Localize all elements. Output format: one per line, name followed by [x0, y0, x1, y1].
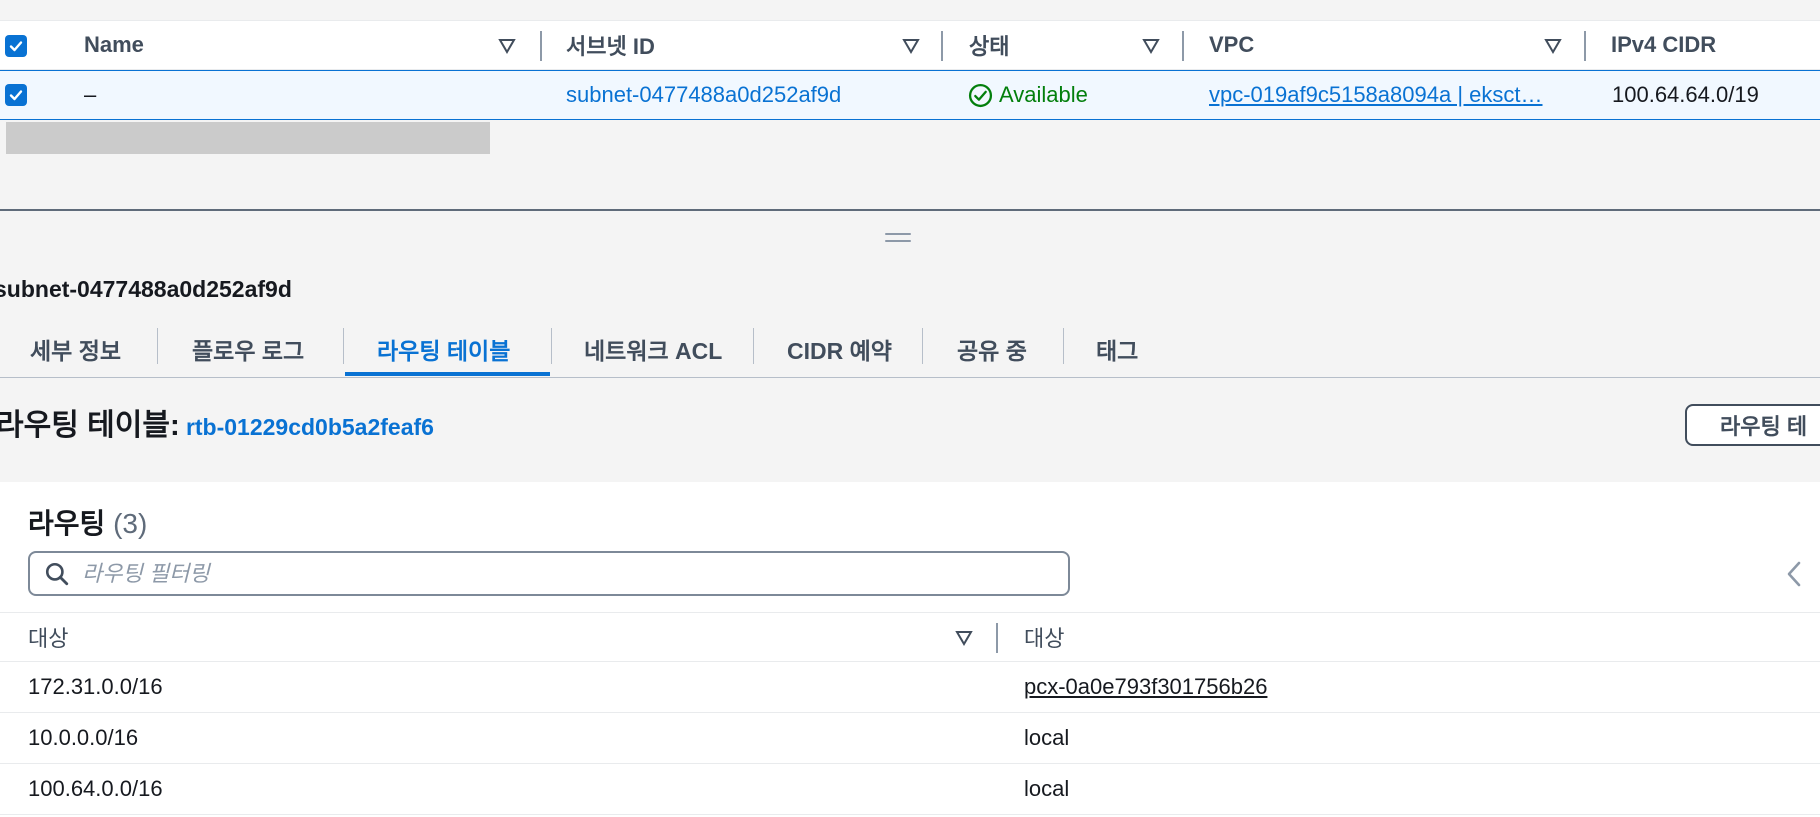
table-row: 100.64.0.0/16 local	[0, 764, 1820, 815]
column-resizer[interactable]	[941, 31, 943, 61]
column-resizer[interactable]	[1182, 31, 1184, 61]
active-tab-indicator	[345, 372, 550, 376]
route-destination: 10.0.0.0/16	[28, 725, 139, 750]
column-resizer[interactable]	[540, 31, 542, 61]
search-input[interactable]	[82, 560, 1042, 587]
chevron-left-icon[interactable]	[1784, 560, 1804, 588]
check-icon	[9, 90, 23, 101]
details-tabs: 세부 정보 플로우 로그 라우팅 테이블 네트워크 ACL CIDR 예약 공유…	[0, 320, 1820, 378]
search-icon	[45, 562, 69, 585]
column-resizer[interactable]	[1584, 31, 1586, 61]
select-all-checkbox[interactable]	[5, 35, 27, 57]
tab-cidr-reservations[interactable]: CIDR 예약	[787, 320, 892, 378]
ipv4-cidr-value: 100.64.64.0/19	[1612, 82, 1759, 107]
tab-sharing[interactable]: 공유 중	[957, 320, 1027, 378]
routes-table-header: 대상 대상	[0, 612, 1820, 662]
column-header-target[interactable]: 대상	[1024, 613, 1064, 661]
status-text: Available	[999, 82, 1088, 107]
check-icon	[9, 41, 23, 52]
tab-divider	[1063, 328, 1064, 364]
row-checkbox[interactable]	[5, 84, 27, 106]
route-table-label: 라우팅 테이블:	[0, 409, 180, 442]
sort-icon[interactable]	[498, 38, 516, 54]
subnet-table: Name 서브넷 ID 상태 VPC IPv4 CIDR – subnet-04…	[0, 0, 1820, 210]
edit-route-table-button[interactable]: 라우팅 테	[1685, 404, 1820, 446]
table-row: 172.31.0.0/16 pcx-0a0e793f301756b26	[0, 662, 1820, 713]
drag-handle-icon[interactable]	[885, 233, 911, 245]
horizontal-scrollbar[interactable]	[6, 122, 490, 154]
tab-divider	[922, 328, 923, 364]
sort-icon[interactable]	[1544, 38, 1562, 54]
table-row: 10.0.0.0/16 local	[0, 713, 1820, 764]
route-destination: 172.31.0.0/16	[28, 674, 163, 699]
route-table-heading: 라우팅 테이블: rtb-01229cd0b5a2feaf6	[0, 400, 434, 444]
column-header-name[interactable]: Name	[84, 21, 144, 69]
routes-title-text: 라우팅	[28, 508, 106, 539]
tab-divider	[157, 328, 158, 364]
column-header-vpc[interactable]: VPC	[1209, 21, 1254, 69]
status-badge: Available	[968, 71, 1088, 119]
routes-count: (3)	[113, 508, 148, 539]
column-header-subnet-id[interactable]: 서브넷 ID	[566, 21, 655, 69]
row-name: –	[84, 82, 97, 107]
sort-icon[interactable]	[902, 38, 920, 54]
tab-network-acl[interactable]: 네트워크 ACL	[584, 320, 722, 378]
column-header-status[interactable]: 상태	[969, 21, 1009, 69]
route-target: local	[1024, 776, 1070, 801]
tab-flow-logs[interactable]: 플로우 로그	[192, 320, 304, 378]
table-row-selected[interactable]: – subnet-0477488a0d252af9d Available vpc…	[0, 70, 1820, 120]
tab-divider	[753, 328, 754, 364]
route-table-id-link[interactable]: rtb-01229cd0b5a2feaf6	[186, 414, 434, 441]
routes-title: 라우팅 (3)	[28, 502, 147, 542]
sort-icon[interactable]	[1142, 38, 1160, 54]
route-filter[interactable]	[28, 551, 1070, 596]
tab-details[interactable]: 세부 정보	[30, 320, 121, 378]
details-title: subnet-0477488a0d252af9d	[0, 276, 292, 302]
tab-tags[interactable]: 태그	[1096, 320, 1138, 378]
column-header-destination[interactable]: 대상	[28, 613, 68, 661]
route-destination: 100.64.0.0/16	[28, 776, 163, 801]
sort-icon[interactable]	[955, 630, 973, 646]
subnet-table-header: Name 서브넷 ID 상태 VPC IPv4 CIDR	[0, 20, 1820, 70]
route-target-link[interactable]: pcx-0a0e793f301756b26	[1024, 662, 1267, 712]
tab-divider	[551, 328, 552, 364]
column-resizer[interactable]	[996, 623, 998, 653]
subnet-id-link[interactable]: subnet-0477488a0d252af9d	[566, 71, 841, 119]
route-target: local	[1024, 725, 1070, 750]
vpc-link[interactable]: vpc-019af9c5158a8094a | eksct…	[1209, 71, 1543, 119]
check-circle-icon	[968, 83, 993, 107]
column-header-ipv4-cidr[interactable]: IPv4 CIDR	[1611, 21, 1716, 69]
tab-route-table[interactable]: 라우팅 테이블	[377, 320, 510, 378]
tab-divider	[343, 328, 344, 364]
